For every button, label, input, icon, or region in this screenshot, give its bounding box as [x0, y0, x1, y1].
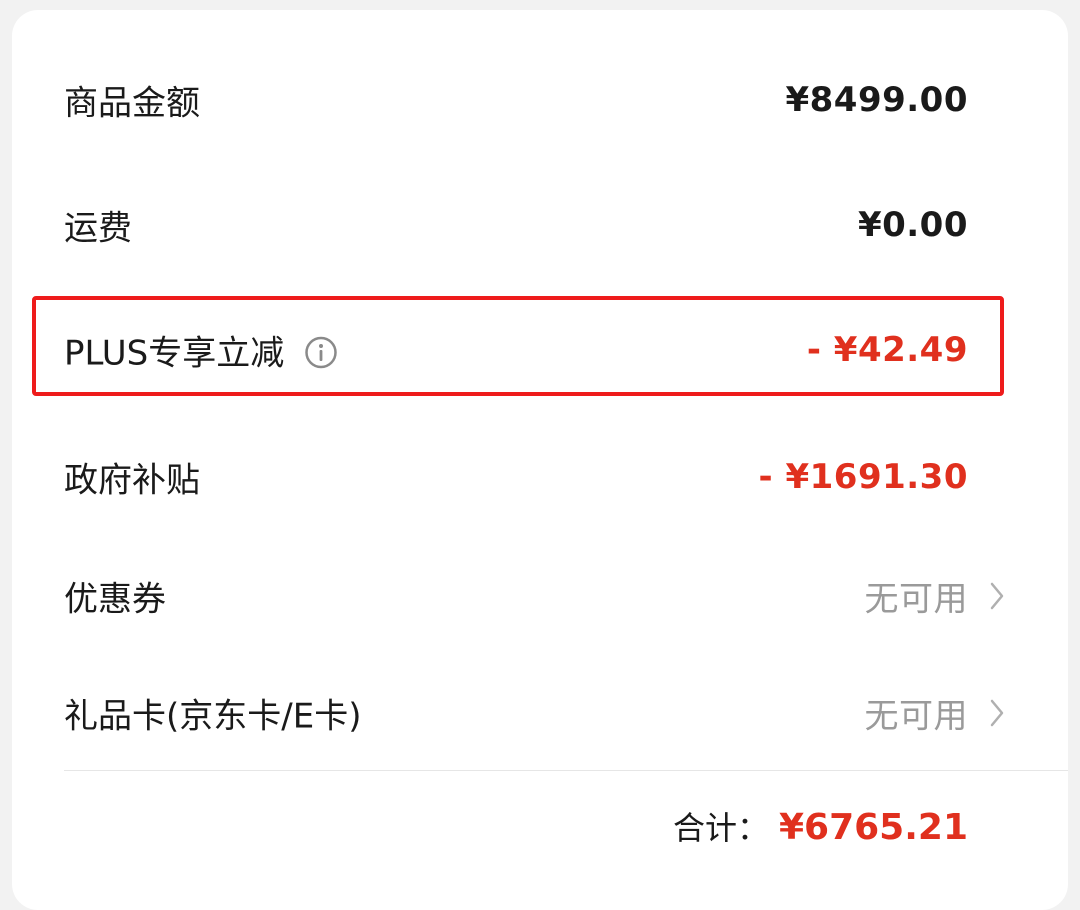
chevron-right-icon[interactable]	[986, 696, 1008, 730]
row-coupon[interactable]: 优惠券 无可用	[12, 546, 1068, 646]
coupon-value: 无可用	[864, 579, 968, 620]
shipping-value: ¥0.00	[857, 205, 968, 245]
chevron-right-icon[interactable]	[986, 579, 1008, 613]
divider	[64, 770, 1068, 771]
row-shipping: 运费 ¥0.00	[12, 175, 1068, 275]
shipping-label: 运费	[64, 208, 132, 249]
total-value: ¥6765.21	[778, 807, 968, 848]
government-subsidy-label: 政府补贴	[64, 460, 200, 501]
total-label: 合计：	[672, 809, 769, 847]
row-gift-card[interactable]: 礼品卡(京东卡/E卡) 无可用	[12, 663, 1068, 763]
row-goods-amount: 商品金额 ¥8499.00	[12, 50, 1068, 150]
goods-amount-value: ¥8499.00	[785, 80, 968, 120]
coupon-label: 优惠券	[64, 579, 166, 620]
gift-card-label: 礼品卡(京东卡/E卡)	[64, 696, 362, 737]
goods-amount-label: 商品金额	[64, 83, 200, 124]
order-summary-card: 商品金额 ¥8499.00 运费 ¥0.00 PLUS专享立减 - ¥42.49…	[12, 10, 1068, 910]
government-subsidy-value: - ¥1691.30	[758, 457, 968, 497]
gift-card-value: 无可用	[864, 696, 968, 737]
row-government-subsidy: 政府补贴 - ¥1691.30	[12, 427, 1068, 527]
highlight-annotation-box	[32, 296, 1004, 396]
total-row: 合计： ¥6765.21	[673, 803, 968, 849]
